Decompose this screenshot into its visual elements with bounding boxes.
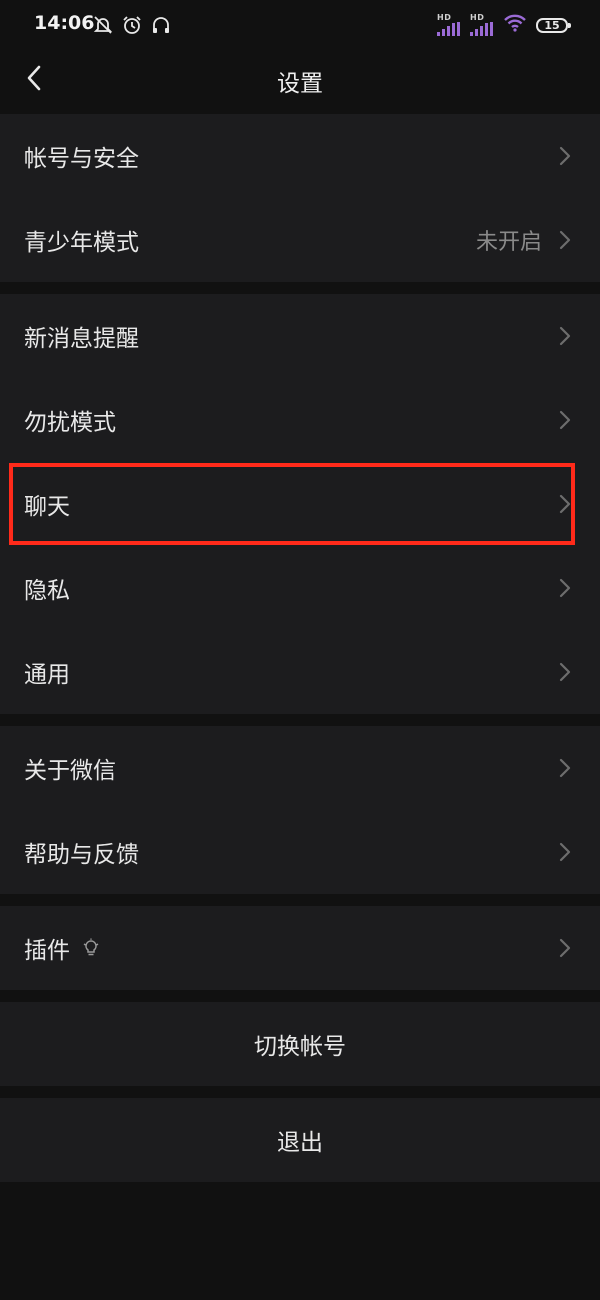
settings-item-value: 未开启	[475, 230, 542, 255]
alarm-icon	[121, 14, 143, 36]
chevron-right-icon	[558, 325, 572, 347]
chevron-right-icon	[558, 661, 572, 683]
switch-account-button[interactable]: 切换帐号	[0, 1002, 600, 1086]
settings-item-label: 插件	[24, 938, 70, 964]
sim2-label: HD	[470, 13, 485, 22]
status-icons-left	[92, 12, 172, 38]
headphones-icon	[150, 14, 172, 36]
chevron-right-icon	[558, 229, 572, 251]
settings-item-label: 聊天	[24, 494, 70, 520]
settings-item-help-feedback[interactable]: 帮助与反馈	[0, 810, 600, 894]
lightbulb-icon	[82, 938, 100, 958]
wifi-icon	[503, 13, 527, 37]
chevron-right-icon	[558, 937, 572, 959]
settings-item-chat[interactable]: 聊天	[0, 462, 600, 546]
settings-item-account-security[interactable]: 帐号与安全	[0, 114, 600, 198]
settings-item-label: 帐号与安全	[24, 146, 139, 172]
battery-level: 15	[544, 18, 560, 32]
chevron-right-icon	[558, 145, 572, 167]
chevron-right-icon	[558, 493, 572, 515]
chevron-right-icon	[558, 409, 572, 431]
signal-icon: HD	[437, 14, 461, 36]
status-bar: 14:06 HD HD 15	[0, 0, 600, 50]
settings-item-privacy[interactable]: 隐私	[0, 546, 600, 630]
settings-item-youth-mode[interactable]: 青少年模式 未开启	[0, 198, 600, 282]
switch-account-label: 切换帐号	[254, 1034, 346, 1060]
status-icons-right: HD HD 15	[437, 12, 571, 38]
settings-item-label: 勿扰模式	[24, 410, 116, 436]
settings-item-label-wrap: 插件	[24, 931, 100, 965]
chevron-right-icon	[558, 577, 572, 599]
settings-item-do-not-disturb[interactable]: 勿扰模式	[0, 378, 600, 462]
settings-group-plugins: 插件	[0, 906, 600, 990]
settings-item-label: 关于微信	[24, 758, 116, 784]
status-time: 14:06	[34, 12, 95, 34]
settings-item-label: 隐私	[24, 578, 70, 604]
settings-item-label: 帮助与反馈	[24, 842, 139, 868]
sim1-label: HD	[437, 13, 452, 22]
settings-group-general: 新消息提醒 勿扰模式 聊天 隐私 通用	[0, 294, 600, 714]
settings-item-label: 通用	[24, 662, 70, 688]
settings-group-account: 帐号与安全 青少年模式 未开启	[0, 114, 600, 282]
settings-item-plugins[interactable]: 插件	[0, 906, 600, 990]
nav-bar: 设置	[0, 50, 600, 110]
logout-label: 退出	[277, 1130, 323, 1156]
chevron-right-icon	[558, 841, 572, 863]
signal-icon: HD	[470, 14, 494, 36]
logout-button[interactable]: 退出	[0, 1098, 600, 1182]
chevron-right-icon	[558, 757, 572, 779]
settings-item-notifications[interactable]: 新消息提醒	[0, 294, 600, 378]
settings-group-about: 关于微信 帮助与反馈	[0, 726, 600, 894]
settings-item-label: 新消息提醒	[24, 326, 139, 352]
mute-icon	[92, 14, 114, 36]
settings-item-about-wechat[interactable]: 关于微信	[0, 726, 600, 810]
settings-item-label: 青少年模式	[24, 230, 139, 256]
settings-item-general[interactable]: 通用	[0, 630, 600, 714]
battery-icon: 15	[536, 17, 571, 33]
page-title: 设置	[277, 71, 323, 97]
